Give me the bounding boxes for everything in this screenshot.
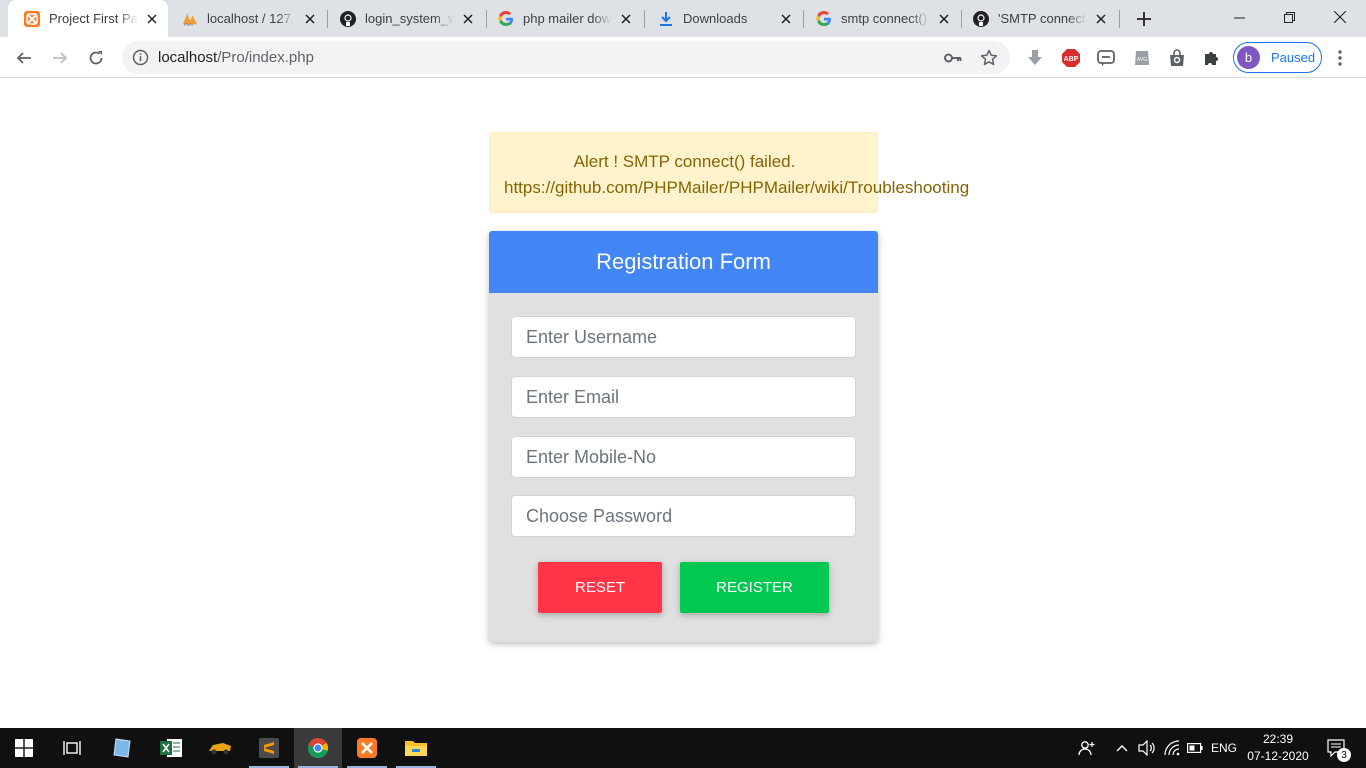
reload-button[interactable] xyxy=(83,45,109,71)
battery-icon[interactable] xyxy=(1184,728,1206,768)
alert-message: Alert ! SMTP connect() failed. https://g… xyxy=(490,149,969,201)
tab-login-system[interactable]: login_system_w xyxy=(324,0,484,37)
minimize-button[interactable] xyxy=(1216,0,1262,34)
forward-button[interactable] xyxy=(47,45,73,71)
puzzle-icon[interactable] xyxy=(1202,48,1222,68)
tab-strip: Project First Pa PMA localhost / 127. lo… xyxy=(0,0,1366,37)
car-app-icon[interactable] xyxy=(196,728,244,768)
profile-button[interactable]: b Paused xyxy=(1233,42,1322,73)
download-ext-icon[interactable] xyxy=(1025,48,1045,68)
windows-taskbar: ENG 22:39 07-12-2020 3 xyxy=(0,728,1366,768)
download-icon xyxy=(658,11,674,27)
close-icon[interactable] xyxy=(144,11,160,27)
adblock-plus-icon[interactable]: ABP xyxy=(1061,48,1081,68)
more-menu-icon[interactable] xyxy=(1330,48,1350,68)
tab-downloads[interactable]: Downloads xyxy=(642,0,802,37)
google-icon xyxy=(498,10,514,27)
github-icon xyxy=(340,10,356,27)
chrome-icon[interactable] xyxy=(294,728,342,768)
chat-ext-icon[interactable] xyxy=(1096,48,1116,68)
tab-title: Project First Pa xyxy=(49,11,138,26)
language-indicator[interactable]: ENG xyxy=(1208,728,1240,768)
clock[interactable]: 22:39 07-12-2020 xyxy=(1242,731,1314,765)
svg-text:PMA: PMA xyxy=(184,22,194,27)
address-bar[interactable]: localhost/Pro/index.php xyxy=(122,41,1010,74)
email-input[interactable] xyxy=(511,376,856,418)
alert-line-2: https://github.com/PHPMailer/PHPMailer/w… xyxy=(504,178,970,197)
avg-icon[interactable]: AVG xyxy=(1132,48,1152,68)
info-icon[interactable] xyxy=(132,49,149,66)
tab-localhost-phpmyadmin[interactable]: PMA localhost / 127. xyxy=(166,0,326,37)
tab-title: 'SMTP connect xyxy=(998,11,1086,26)
wifi-icon[interactable] xyxy=(1161,728,1183,768)
chevron-up-icon[interactable] xyxy=(1111,728,1133,768)
url-text[interactable]: localhost/Pro/index.php xyxy=(158,49,314,66)
new-tab-button[interactable] xyxy=(1132,7,1156,31)
close-icon xyxy=(1334,11,1346,23)
alert-line-1: Alert ! SMTP connect() failed. xyxy=(573,152,796,171)
tab-smtp-connect-search[interactable]: smtp connect() xyxy=(800,0,960,37)
window-close-button[interactable] xyxy=(1317,0,1363,34)
reset-button[interactable]: RESET xyxy=(538,562,662,613)
tab-php-mailer-download[interactable]: php mailer dow xyxy=(482,0,642,37)
restore-icon xyxy=(1283,11,1295,23)
notification-center-icon[interactable]: 3 xyxy=(1320,728,1354,768)
back-button[interactable] xyxy=(11,45,37,71)
tab-title: php mailer dow xyxy=(523,11,612,26)
task-view-icon[interactable] xyxy=(48,728,96,768)
registration-form: Registration Form RESET REGISTER xyxy=(489,231,878,642)
register-button[interactable]: REGISTER xyxy=(680,562,829,613)
clock-time: 22:39 xyxy=(1262,732,1294,746)
close-icon[interactable] xyxy=(936,11,952,27)
restore-button[interactable] xyxy=(1266,0,1312,34)
minimize-icon xyxy=(1233,17,1245,18)
windows-start-icon[interactable] xyxy=(0,728,48,768)
password-input[interactable] xyxy=(511,495,856,537)
tab-separator xyxy=(1119,10,1120,28)
google-icon xyxy=(816,10,832,27)
tab-title: smtp connect() xyxy=(841,11,927,26)
plus-icon xyxy=(1137,12,1151,26)
sublime-text-icon[interactable] xyxy=(245,728,293,768)
username-input[interactable] xyxy=(511,316,856,358)
github-icon xyxy=(973,10,989,27)
clock-date: 07-12-2020 xyxy=(1247,749,1309,763)
arrow-left-icon xyxy=(16,52,31,64)
file-explorer-icon[interactable] xyxy=(392,728,440,768)
volume-icon[interactable] xyxy=(1136,728,1158,768)
mobile-input[interactable] xyxy=(511,436,856,478)
xampp-icon[interactable] xyxy=(343,728,391,768)
arrow-right-icon xyxy=(53,52,68,64)
close-icon[interactable] xyxy=(778,11,794,27)
xampp-icon xyxy=(24,10,40,27)
close-icon[interactable] xyxy=(302,11,318,27)
tab-project-first-page[interactable]: Project First Pa xyxy=(8,0,168,37)
phpmyadmin-icon: PMA xyxy=(182,11,198,27)
form-title: Registration Form xyxy=(596,249,771,274)
excel-app-icon[interactable] xyxy=(147,728,195,768)
tab-title: localhost / 127. xyxy=(207,11,295,26)
shopping-bag-icon[interactable] xyxy=(1167,48,1187,68)
tab-smtp-connect-github[interactable]: 'SMTP connect xyxy=(957,0,1117,37)
form-header: Registration Form xyxy=(489,231,878,293)
browser-toolbar: localhost/Pro/index.php ABP AVG b Paused xyxy=(0,37,1366,78)
svg-text:AVG: AVG xyxy=(1137,57,1147,63)
star-icon[interactable] xyxy=(980,49,998,67)
notification-count-badge: 3 xyxy=(1337,748,1351,762)
svg-text:ABP: ABP xyxy=(1064,56,1079,63)
reload-icon xyxy=(89,51,103,65)
avatar: b xyxy=(1237,46,1260,69)
close-icon[interactable] xyxy=(460,11,476,27)
close-icon[interactable] xyxy=(618,11,634,27)
people-icon[interactable] xyxy=(1074,728,1100,768)
close-icon[interactable] xyxy=(1093,11,1109,27)
tab-title: login_system_w xyxy=(365,11,454,26)
profile-status: Paused xyxy=(1271,50,1316,65)
key-icon[interactable] xyxy=(944,49,962,67)
tab-title: Downloads xyxy=(683,11,748,26)
notepad-app-icon[interactable] xyxy=(98,728,146,768)
smtp-error-alert: Alert ! SMTP connect() failed. https://g… xyxy=(489,132,969,213)
url-path: /Pro/index.php xyxy=(217,49,314,66)
